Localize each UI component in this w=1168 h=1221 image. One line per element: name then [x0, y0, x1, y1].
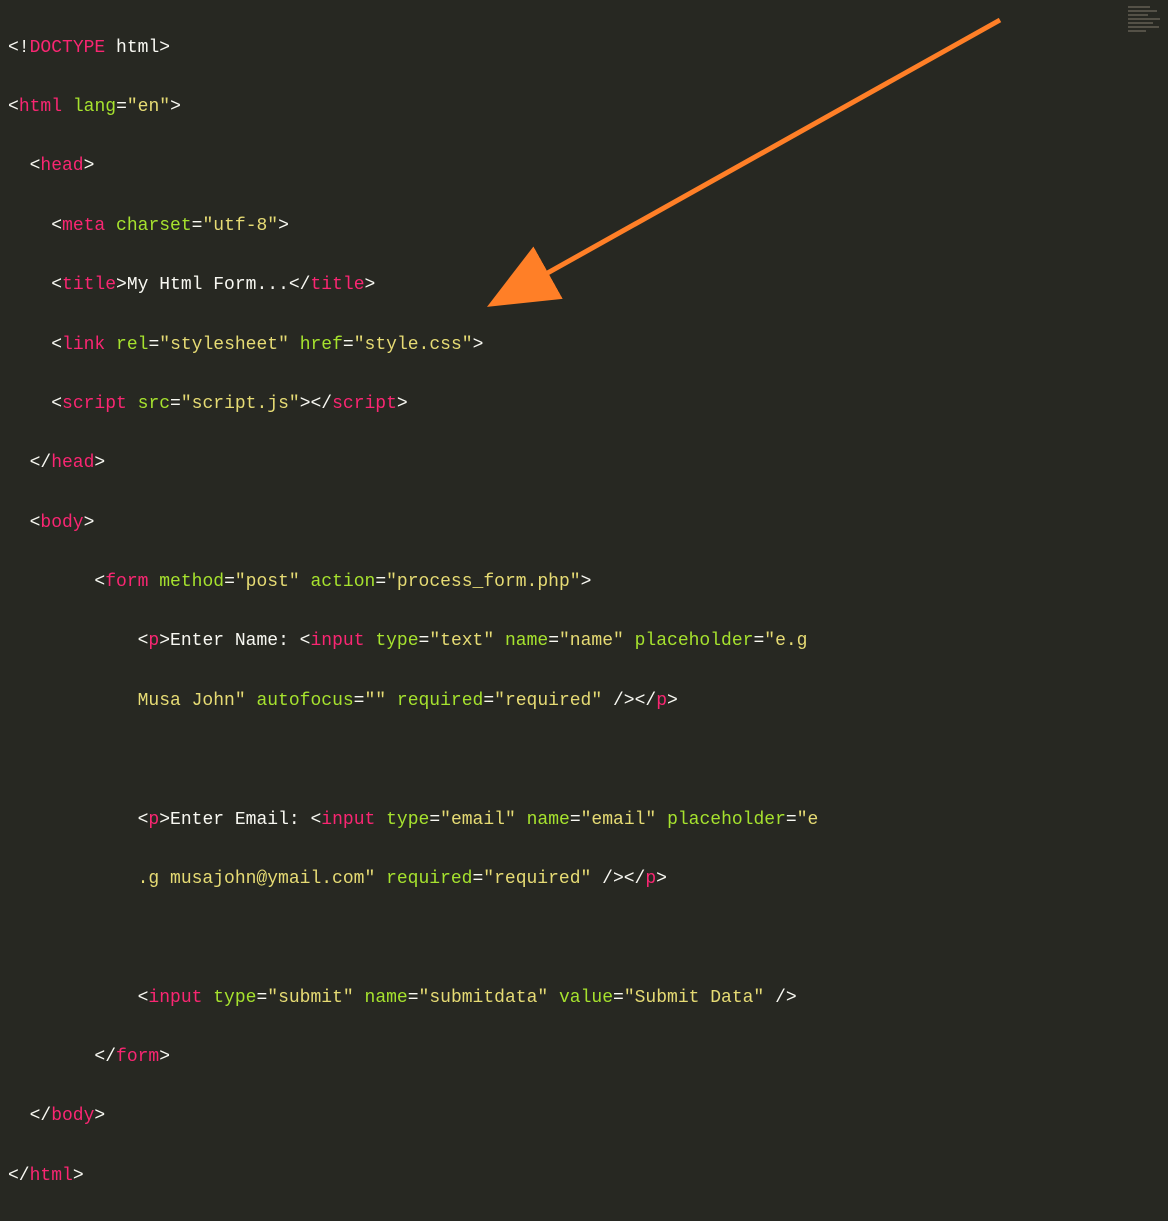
code-line[interactable]: <title>My Html Form...</title>: [8, 271, 1160, 301]
code-line-wrap[interactable]: .g musajohn@ymail.com" required="require…: [8, 865, 1160, 895]
code-line[interactable]: </head>: [8, 449, 1160, 479]
code-line[interactable]: <script src="script.js"></script>: [8, 390, 1160, 420]
code-line[interactable]: <input type="submit" name="submitdata" v…: [8, 984, 1160, 1014]
code-line[interactable]: <meta charset="utf-8">: [8, 212, 1160, 242]
code-editor[interactable]: <!DOCTYPE html> <html lang="en"> <head> …: [8, 4, 1160, 1221]
code-line[interactable]: <form method="post" action="process_form…: [8, 568, 1160, 598]
minimap[interactable]: [1128, 6, 1164, 36]
code-line[interactable]: </body>: [8, 1102, 1160, 1132]
code-line-wrap[interactable]: Musa John" autofocus="" required="requir…: [8, 687, 1160, 717]
code-line[interactable]: </html>: [8, 1162, 1160, 1192]
code-line[interactable]: <html lang="en">: [8, 93, 1160, 123]
code-line[interactable]: <head>: [8, 152, 1160, 182]
code-line[interactable]: <!DOCTYPE html>: [8, 34, 1160, 64]
code-line[interactable]: <p>Enter Name: <input type="text" name="…: [8, 627, 1160, 657]
code-line[interactable]: <p>Enter Email: <input type="email" name…: [8, 806, 1160, 836]
code-line[interactable]: </form>: [8, 1043, 1160, 1073]
code-line[interactable]: <body>: [8, 509, 1160, 539]
code-line[interactable]: <link rel="stylesheet" href="style.css">: [8, 331, 1160, 361]
code-line[interactable]: [8, 746, 1160, 776]
code-line[interactable]: [8, 924, 1160, 954]
